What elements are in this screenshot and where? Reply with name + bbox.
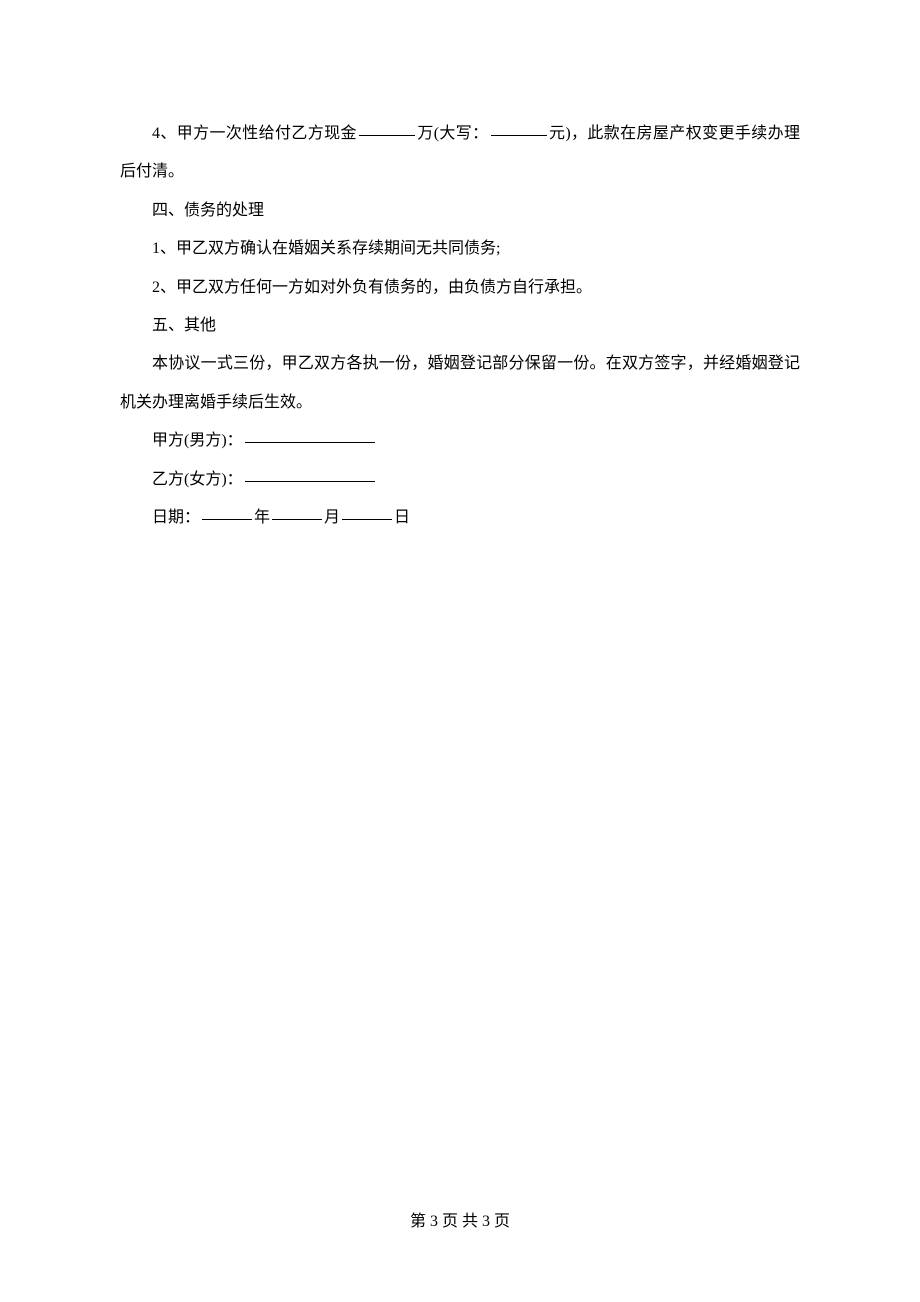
text-line: 2、甲乙双方任何一方如对外负有债务的，由负债方自行承担。 [152, 279, 592, 296]
blank-amount-words [491, 120, 547, 136]
text-segment: 万(大写： [417, 125, 489, 142]
text-line: 1、甲乙双方确认在婚姻关系存续期间无共同债务; [152, 240, 500, 257]
paragraph-item-4: 4、甲方一次性给付乙方现金万(大写：元)，此款在房屋产权变更手续办理后付清。 [120, 115, 800, 192]
paragraph-debt-2: 2、甲乙双方任何一方如对外负有债务的，由负债方自行承担。 [120, 269, 800, 307]
label-date: 日期： [152, 509, 200, 526]
blank-amount-number [359, 120, 415, 136]
blank-day [342, 504, 392, 520]
paragraph-other: 本协议一式三份，甲乙双方各执一份，婚姻登记部分保留一份。在双方签字，并经婚姻登记… [120, 345, 800, 422]
blank-month [272, 504, 322, 520]
label-party-b: 乙方(女方)： [152, 471, 243, 488]
blank-year [202, 504, 252, 520]
label-day: 日 [394, 509, 410, 526]
label-party-a: 甲方(男方)： [152, 432, 243, 449]
signature-party-a: 甲方(男方)： [120, 422, 800, 460]
heading-section-5: 五、其他 [120, 307, 800, 345]
text-line: 五、其他 [152, 317, 216, 334]
text-segment: 4、甲方一次性给付乙方现金 [152, 125, 357, 142]
page-number: 第 3 页 共 3 页 [410, 1213, 510, 1230]
page-footer: 第 3 页 共 3 页 [0, 1214, 920, 1230]
signature-party-b: 乙方(女方)： [120, 461, 800, 499]
text-line: 本协议一式三份，甲乙双方各执一份，婚姻登记部分保留一份。在双方签字，并经婚姻登记… [120, 355, 800, 410]
document-body: 4、甲方一次性给付乙方现金万(大写：元)，此款在房屋产权变更手续办理后付清。 四… [120, 115, 800, 537]
paragraph-debt-1: 1、甲乙双方确认在婚姻关系存续期间无共同债务; [120, 230, 800, 268]
heading-section-4: 四、债务的处理 [120, 192, 800, 230]
blank-signature-a [245, 427, 375, 443]
label-year: 年 [254, 509, 270, 526]
text-line: 四、债务的处理 [152, 202, 264, 219]
date-line: 日期： 年 月 日 [120, 499, 800, 537]
blank-signature-b [245, 466, 375, 482]
label-month: 月 [324, 509, 340, 526]
